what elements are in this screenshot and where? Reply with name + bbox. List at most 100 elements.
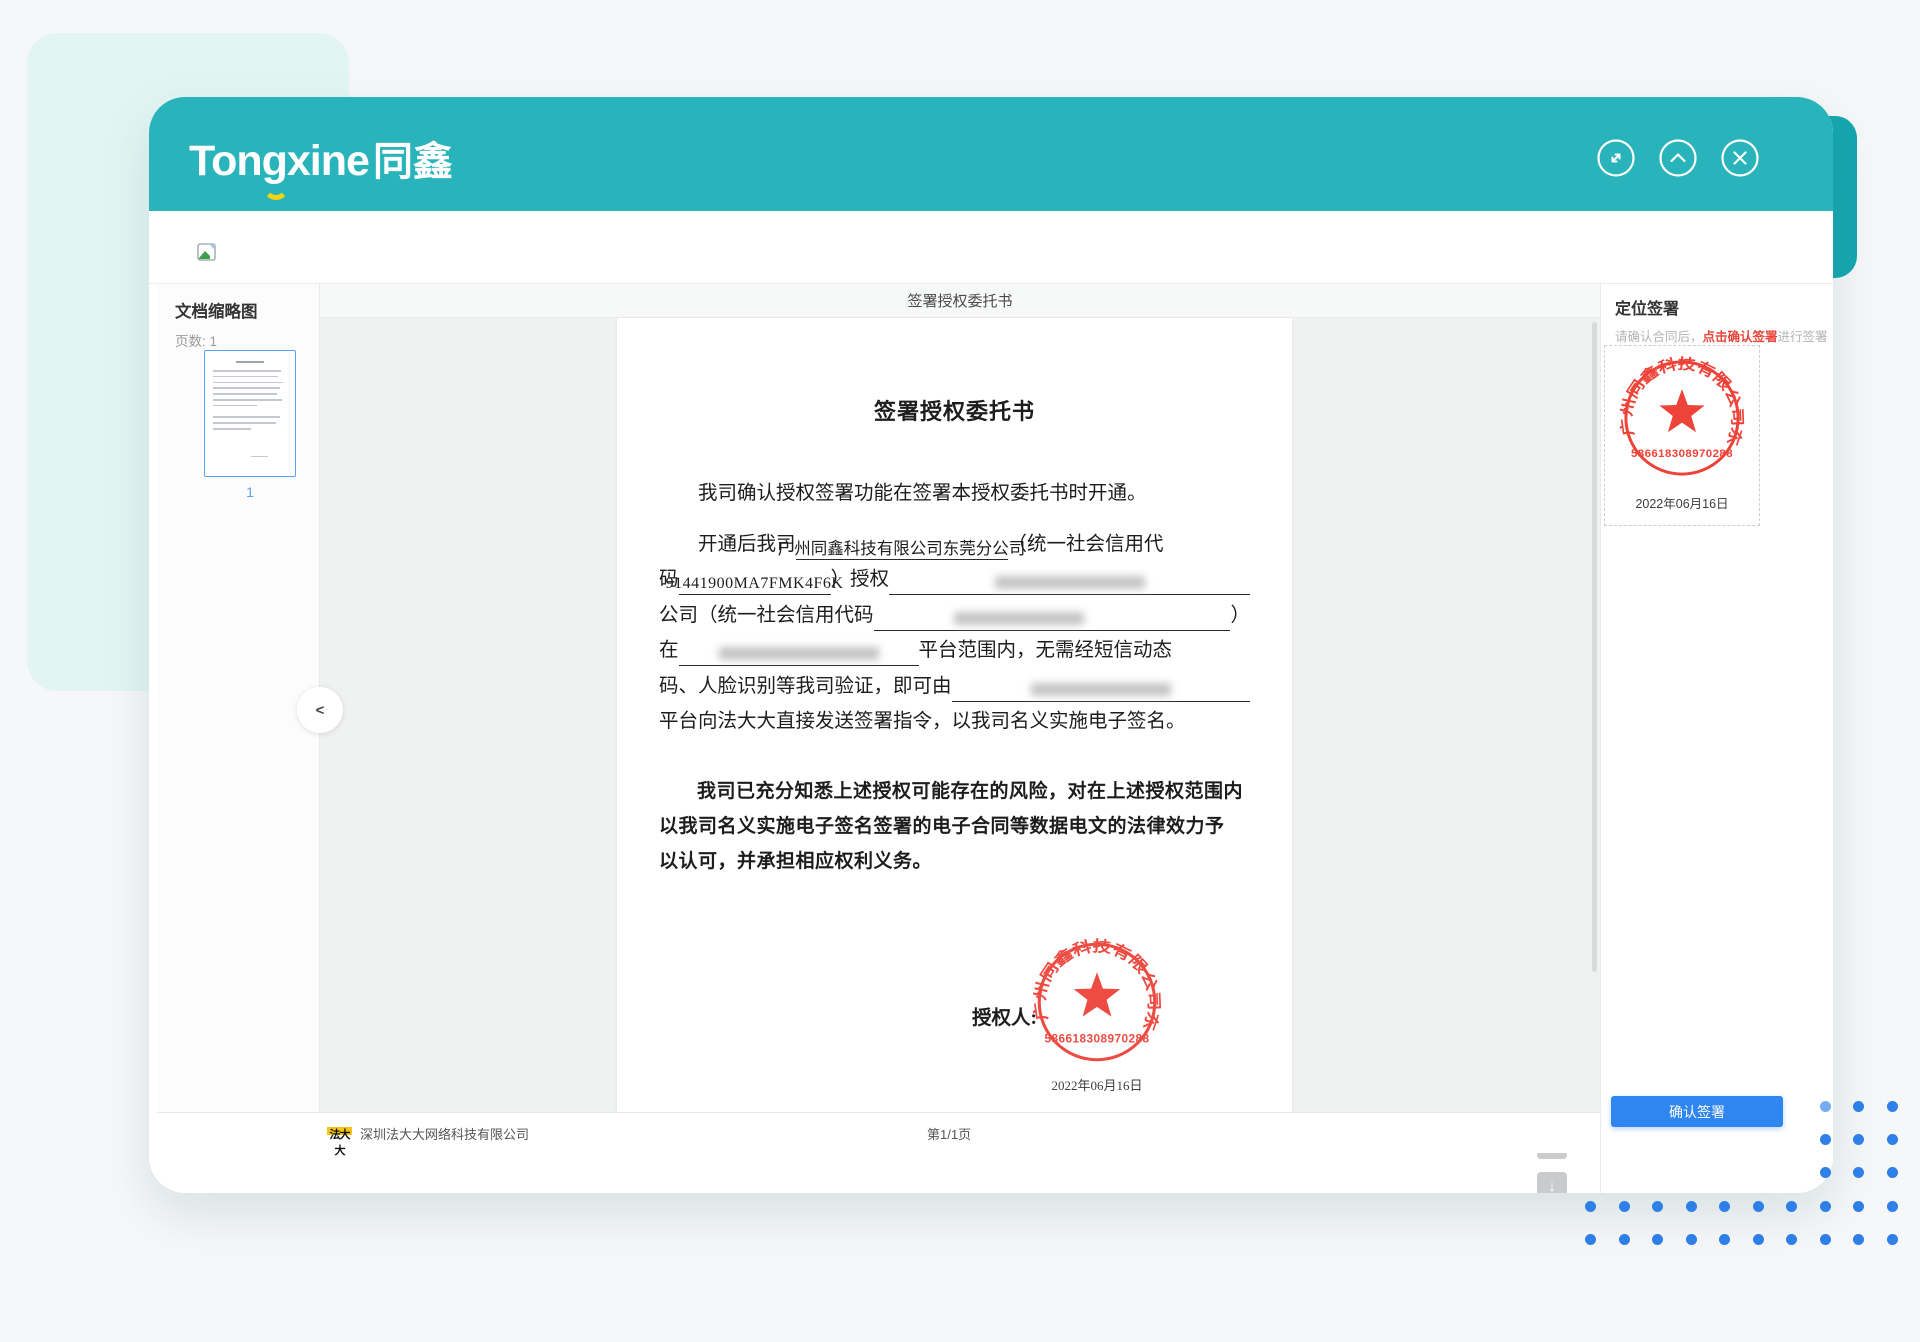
logo-text-1: Ton [189,137,262,186]
expand-icon [1596,138,1636,178]
decorative-dot [1887,1201,1898,1212]
chevron-up-icon [1658,138,1698,178]
confirm-sign-button[interactable]: 确认签署 [1611,1096,1783,1127]
decorative-dot [1887,1101,1898,1112]
decorative-dot [1820,1201,1831,1212]
authorized-code-field [874,612,1231,631]
seal-star [1659,389,1704,432]
thumbnail-text-line [213,376,278,378]
seal-star [1074,972,1121,1016]
document-viewer: 签署授权委托书 签署授权委托书 我司确认授权签署功能在签署本授权委托书时开通。 … [320,284,1600,1112]
doc-line-6: 码、人脸识别等我司验证，即可由 [659,666,1250,702]
thumbnail-text-line [213,422,276,424]
decorative-dot [1853,1201,1864,1212]
credit-code-field: 91441900MA7FMK4F6K [679,576,831,595]
window-header: Tongxine同鑫 [149,97,1833,211]
svg-text:586618308970288: 586618308970288 [1631,448,1733,460]
expand-button[interactable] [1596,138,1636,178]
decorative-dot [1686,1234,1697,1245]
logo-text-2: xine [287,137,369,186]
decorative-dot [1887,1134,1898,1145]
doc-line-2: 开通后我司 广州同鑫科技有限公司东莞分公司 （统一社会信用代 [659,524,1250,560]
fadada-logo: 法大大 [327,1124,352,1143]
page-count-label: 页数: 1 [175,330,319,350]
signing-hint-action: 点击确认签署 [1703,330,1778,344]
decorative-dot [1820,1101,1831,1112]
decorative-dot [1786,1201,1797,1212]
decorative-dot [1652,1201,1663,1212]
authorized-company-field [889,576,1250,595]
thumbnail-panel-title: 文档缩略图 [175,298,319,322]
tongxine-logo: Tongxine同鑫 [189,129,453,187]
decorative-dot [1585,1201,1596,1212]
decorative-dot [1853,1134,1864,1145]
decorative-dot [1619,1201,1630,1212]
decorative-dot [1820,1234,1831,1245]
company-seal-on-document: 广州同鑫科技有限公司东莞分公司 586618308970288 [1027,932,1167,1078]
redacted-text [995,576,1145,589]
signature-zone: 授权人: 广州同鑫科技有限公司东莞分公司 586618308970288 202… [659,879,1250,1119]
viewer-scrollbar[interactable] [1592,322,1597,972]
footer-company-name: 深圳法大大网络科技有限公司 [360,1124,529,1143]
company-name-field: 广州同鑫科技有限公司东莞分公司 [796,540,1008,559]
thumbnail-page-number: 1 [204,484,296,500]
doc-title: 签署授权委托书 [659,394,1250,426]
decorative-dot [1853,1101,1864,1112]
seal-preview-date: 2022年06月16日 [1605,493,1759,512]
arrow-down-icon: ↓ [1548,1178,1556,1194]
decorative-dot [1820,1167,1831,1178]
doc-line-4: 公司（统一社会信用代码 ） [659,595,1250,631]
platform-field [679,647,919,666]
page-indicator: 第1/1页 [927,1124,971,1143]
decorative-dot [1853,1234,1864,1245]
thumbnail-signature-line [251,456,267,458]
doc-paragraph-1: 我司确认授权签署功能在签署本授权委托书时开通。 [659,476,1250,511]
document-tab-title: 签署授权委托书 [907,290,1012,311]
close-button[interactable] [1720,138,1760,178]
thumbnail-text-line [213,416,280,418]
thumbnail-text-line [213,405,257,407]
decorative-dot [1753,1234,1764,1245]
document-page: 签署授权委托书 我司确认授权签署功能在签署本授权委托书时开通。 开通后我司 广州… [617,318,1292,1112]
document-title-bar: 签署授权委托书 [320,284,1600,318]
close-icon [1720,138,1760,178]
decorative-dot [1719,1201,1730,1212]
decorative-dot [1820,1134,1831,1145]
signing-panel-title: 定位签署 [1615,295,1833,319]
seal-placement-box[interactable]: 广州同鑫科技有限公司东莞分公司 586618308970288 2022年06月… [1604,345,1760,526]
decorative-dot [1786,1234,1797,1245]
decorative-dot [1719,1234,1730,1245]
redacted-text [719,647,879,660]
platform-field-2 [952,683,1250,702]
thumbnail-text-line [213,370,281,372]
decorative-dot [1853,1167,1864,1178]
decorative-dot [1585,1234,1596,1245]
minimize-button[interactable] [1658,138,1698,178]
redacted-text [954,612,1084,625]
collapse-panel-handle[interactable]: < [297,687,343,733]
chevron-left-icon: < [316,702,325,719]
decorative-dot [1619,1234,1630,1245]
thumbnail-text-line [236,361,264,363]
decorative-dot [1652,1234,1663,1245]
doc-line-5: 在 平台范围内，无需经短信动态 [659,631,1250,667]
logo-smile-icon [263,187,289,200]
signing-hint: 请确认合同后，点击确认签署进行签署 [1615,326,1833,345]
doc-line-3: 码 91441900MA7FMK4F6K ）授权 [659,560,1250,596]
seal-date: 2022年06月16日 [1027,1075,1167,1094]
logo-letter-g: g [262,137,287,186]
thumbnail-text-line [213,382,283,384]
logo-chinese: 同鑫 [373,129,453,187]
signing-panel: 定位签署 请确认合同后，点击确认签署进行签署 广州同鑫科技有限公司东莞分公司 5… [1600,284,1833,1193]
decorative-dot [1887,1234,1898,1245]
doc-line-7: 平台向法大大直接发送签署指令，以我司名义实施电子签名。 [659,702,1250,738]
page-thumbnail[interactable] [204,350,296,477]
thumbnail-text-line [213,387,280,389]
company-seal-preview: 广州同鑫科技有限公司东莞分公司 586618308970288 [1614,350,1750,486]
thumbnail-text-line [213,428,251,430]
signing-window: Tongxine同鑫 [149,97,1833,1193]
decorative-dot [1686,1201,1697,1212]
scroll-down-button[interactable]: ↓ [1537,1172,1567,1193]
doc-paragraph-2: 我司已充分知悉上述授权可能存在的风险，对在上述授权范围内 以我司名义实施电子签名… [659,774,1250,879]
thumbnail-text-line [213,399,282,401]
